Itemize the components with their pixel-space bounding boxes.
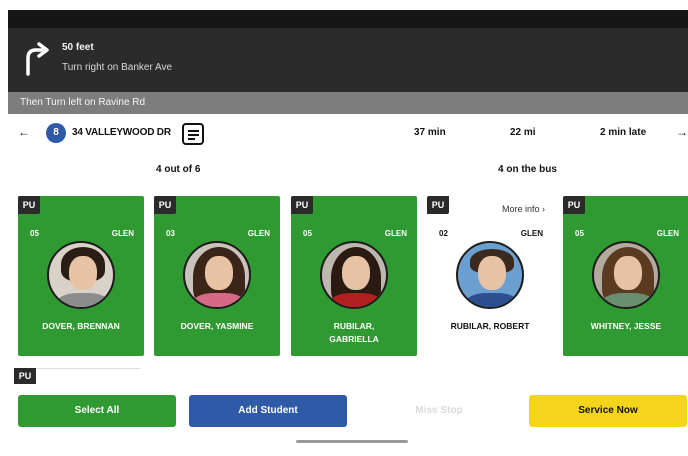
student-school: GLEN — [520, 229, 543, 238]
turn-distance: 50 feet — [62, 42, 94, 53]
student-grade: 03 — [166, 229, 175, 238]
student-card-pending[interactable]: PU More info › 02 GLEN RUBILAR, ROBERT — [427, 196, 553, 356]
more-info-link[interactable]: More info › — [502, 204, 545, 214]
pickup-tag: PU — [291, 196, 313, 214]
turn-right-arrow-icon — [26, 42, 49, 76]
student-photo — [47, 241, 115, 309]
pickup-tag: PU — [14, 368, 36, 384]
window-edge — [8, 10, 688, 28]
top-bezel — [0, 0, 688, 28]
home-indicator[interactable] — [296, 440, 408, 443]
student-counts: 4 out of 6 4 on the bus — [8, 154, 688, 184]
pickup-tag: PU — [154, 196, 176, 214]
previous-stop-arrow-icon[interactable]: ← — [18, 125, 30, 139]
action-bar: Select All Add Student Miss Stop Service… — [8, 390, 688, 436]
student-school: GLEN — [247, 229, 270, 238]
stop-header: ← 8 34 VALLEYWOOD DR 37 min 22 mi 2 min … — [8, 114, 688, 154]
student-photo — [456, 241, 524, 309]
next-turn-instruction: Then Turn left on Ravine Rd — [20, 97, 146, 108]
student-grade: 05 — [575, 229, 584, 238]
next-turn-bar: Then Turn left on Ravine Rd — [8, 92, 688, 114]
student-grade: 02 — [439, 229, 448, 238]
add-student-button[interactable]: Add Student — [189, 395, 347, 427]
student-grade: 05 — [303, 229, 312, 238]
navigation-panel: 50 feet Turn right on Banker Ave — [8, 28, 688, 92]
student-school: GLEN — [111, 229, 134, 238]
pickup-tag: PU — [18, 196, 40, 214]
picked-count: 4 out of 6 — [156, 164, 201, 175]
select-all-button[interactable]: Select All — [18, 395, 176, 427]
student-photo — [183, 241, 251, 309]
schedule-status: 2 min late — [600, 127, 647, 138]
student-grade: 05 — [30, 229, 39, 238]
student-name: RUBILAR, GABRIELLA — [329, 321, 379, 344]
student-card[interactable]: PU 05 GLEN RUBILAR, GABRIELLA — [291, 196, 417, 356]
pickup-tag: PU — [563, 196, 585, 214]
notes-icon[interactable] — [182, 123, 204, 145]
turn-instruction: Turn right on Banker Ave — [62, 62, 173, 73]
student-photo — [320, 241, 388, 309]
eta-time: 37 min — [414, 127, 446, 138]
student-name: DOVER, YASMINE — [180, 321, 254, 331]
student-card[interactable]: PU 05 GLEN WHITNEY, JESSE — [563, 196, 688, 356]
service-now-button[interactable]: Service Now — [529, 395, 687, 427]
next-stop-arrow-icon[interactable]: → — [676, 125, 688, 139]
student-school: GLEN — [656, 229, 679, 238]
stop-address: 34 VALLEYWOOD DR — [72, 127, 171, 138]
student-photo — [592, 241, 660, 309]
on-bus-count: 4 on the bus — [498, 164, 557, 175]
student-name: WHITNEY, JESSE — [590, 321, 662, 331]
pickup-tag: PU — [427, 196, 449, 214]
student-name: DOVER, BRENNAN — [42, 321, 120, 331]
stop-number-badge: 8 — [46, 123, 66, 143]
student-card[interactable]: PU 03 GLEN DOVER, YASMINE — [154, 196, 280, 356]
distance-miles: 22 mi — [510, 127, 536, 138]
student-school: GLEN — [384, 229, 407, 238]
student-name: RUBILAR, ROBERT — [450, 321, 530, 331]
student-card[interactable]: PU 05 GLEN DOVER, BRENNAN — [18, 196, 144, 356]
disabled-button[interactable]: Miss Stop — [360, 395, 518, 427]
